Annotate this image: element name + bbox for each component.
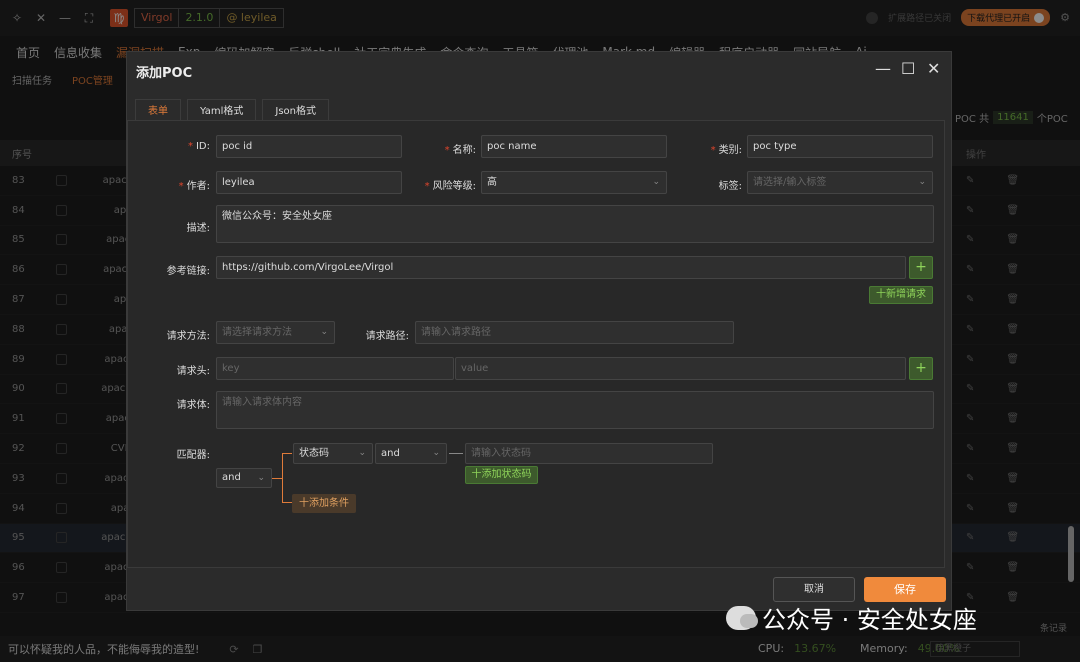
path-input[interactable]: 请输入请求路径 [415,321,734,344]
matcher-logic-select[interactable]: and ⌄ [216,468,272,488]
header-label: 请求头: [176,366,210,377]
chevron-down-icon: ⌄ [918,177,926,187]
body-textarea[interactable]: 请输入请求体内容 [216,391,934,429]
cancel-button[interactable]: 取消 [773,577,855,602]
type-input[interactable]: poc type [747,135,933,158]
risk-select[interactable]: 高 ⌄ [481,171,667,194]
header-key-placeholder: key [222,363,240,374]
tree-connector [282,502,292,503]
ref-label: 参考链接: [166,266,210,277]
name-label: * 名称: [444,145,476,156]
condition-op-select[interactable]: and ⌄ [375,443,447,464]
chevron-down-icon: ⌄ [652,177,660,187]
dialog-title: 添加POC [136,66,193,81]
method-placeholder: 请选择请求方法 [222,327,292,338]
desc-label: 描述: [186,223,210,234]
add-ref-button[interactable]: + [909,256,933,279]
maximize-icon[interactable]: ☐ [901,59,915,78]
name-input[interactable]: poc name [481,135,667,158]
add-status-code-button[interactable]: 十添加状态码 [465,466,538,484]
tag-label: 标签: [718,181,742,192]
matcher-label: 匹配器: [176,450,210,461]
path-placeholder: 请输入请求路径 [421,327,491,338]
type-label: * 类别: [710,145,742,156]
condition-op-value: and [381,448,400,459]
add-header-button[interactable]: + [909,357,933,380]
tree-connector [449,453,463,454]
path-label: 请求路径: [365,331,409,342]
body-placeholder: 请输入请求体内容 [222,397,302,408]
chevron-down-icon: ⌄ [432,448,440,458]
save-button[interactable]: 保存 [864,577,946,602]
header-value-placeholder: value [461,363,489,374]
author-label: * 作者: [178,181,210,192]
matcher-logic-value: and [222,472,241,483]
method-select[interactable]: 请选择请求方法 ⌄ [216,321,335,344]
tag-placeholder: 请选择/输入标签 [753,177,827,188]
risk-value: 高 [487,177,497,188]
header-key-input[interactable]: key [216,357,454,380]
chevron-down-icon: ⌄ [358,448,366,458]
tree-connector [282,453,283,503]
tree-connector [272,478,282,479]
desc-textarea[interactable]: 微信公众号：安全处女座 [216,205,934,243]
minimize-icon[interactable]: — [875,59,891,78]
status-code-input[interactable]: 请输入状态码 [465,443,713,464]
condition-type-value: 状态码 [299,448,329,459]
wechat-icon [726,605,758,630]
form-area: * ID: poc id * 名称: poc name * 类别: poc type … [127,120,945,568]
body-label: 请求体: [176,400,210,411]
close-icon[interactable]: ✕ [927,59,940,78]
chevron-down-icon: ⌄ [320,327,328,337]
tag-select[interactable]: 请选择/输入标签 ⌄ [747,171,933,194]
ref-input[interactable]: https://github.com/VirgoLee/Virgol [216,256,906,279]
add-condition-button[interactable]: 十添加条件 [292,494,356,513]
method-label: 请求方法: [166,331,210,342]
id-label: * ID: [187,141,210,152]
header-value-input[interactable]: value [455,357,906,380]
status-code-placeholder: 请输入状态码 [471,448,531,459]
id-input[interactable]: poc id [216,135,402,158]
tree-connector [282,453,292,454]
table-scrollbar[interactable] [1068,526,1074,582]
risk-label: * 风险等级: [424,181,476,192]
watermark-text: 公众号 · 安全处女座 [762,606,977,634]
condition-type-select[interactable]: 状态码 ⌄ [293,443,373,464]
add-poc-dialog: 添加POC — ☐ ✕ 表单 Yaml格式 Json格式 * ID: poc id… [126,51,952,611]
watermark: 公众号 · 安全处女座 [726,600,977,635]
chevron-down-icon: ⌄ [257,473,265,483]
author-input[interactable]: leyilea [216,171,402,194]
add-request-button[interactable]: 十新增请求 [869,286,933,304]
